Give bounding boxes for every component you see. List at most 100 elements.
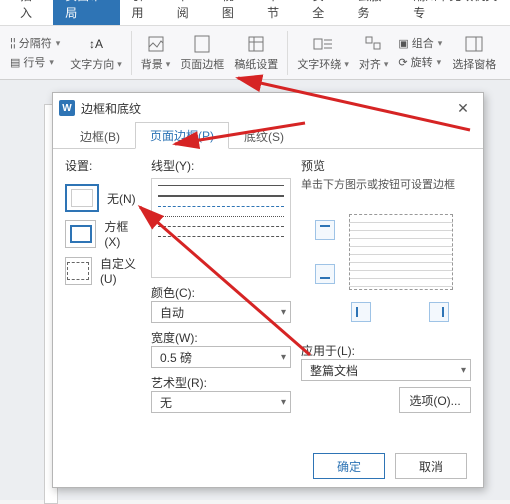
chevron-down-icon: ▾ [281, 397, 286, 408]
width-combo[interactable]: 0.5 磅 ▾ [151, 346, 291, 368]
preview-hint: 单击下方图示或按钮可设置边框 [301, 178, 471, 192]
background-icon [146, 34, 166, 54]
page-border-icon [192, 34, 212, 54]
color-value: 自动 [160, 304, 184, 321]
linenum-icon: ▤ [10, 56, 20, 69]
ribbon-tab[interactable]: 潮州市党政机关专 [401, 0, 510, 25]
art-header: 艺术型(R): [151, 374, 291, 391]
color-combo[interactable]: 自动 ▾ [151, 301, 291, 323]
ribbon-text-direction[interactable]: ↕A 文字方向 [66, 32, 126, 74]
dialog-title: 边框和底纹 [81, 100, 449, 117]
align-icon [364, 34, 384, 54]
borders-and-shading-dialog: W 边框和底纹 ✕ 边框(B)页面边框(P)底纹(S) 设置: 无(N) 方框(X… [52, 92, 484, 488]
ribbon-breaks-label: 分隔符 [19, 35, 52, 51]
ribbon-selection-pane[interactable]: 选择窗格 [448, 32, 500, 74]
border-right-toggle[interactable] [429, 302, 449, 322]
settings-header: 设置: [65, 157, 141, 174]
ribbon-tab[interactable]: 云服务 [345, 0, 401, 25]
preset-icon [65, 220, 96, 248]
preview-area [301, 198, 471, 328]
border-left-toggle[interactable] [351, 302, 371, 322]
ribbon-group-label: 组合 [412, 35, 434, 51]
ribbon: ¦¦分隔符 ▤行号 ↕A 文字方向 背景 页面边框 稿纸设置 文字环绕 对齐 ▣… [0, 26, 510, 80]
ribbon-textwrap-label: 文字环绕 [297, 56, 341, 72]
text-direction-icon: ↕A [86, 34, 106, 54]
ribbon-bg-label: 背景 [141, 56, 163, 72]
width-value: 0.5 磅 [160, 349, 192, 366]
options-button[interactable]: 选项(O)... [399, 387, 471, 413]
preset-label: 自定义(U) [100, 255, 141, 286]
applyto-value: 整篇文档 [310, 362, 358, 379]
rotate-icon: ⟳ [398, 56, 407, 69]
applyto-header: 应用于(L): [301, 342, 471, 359]
ribbon-align[interactable]: 对齐 [355, 32, 393, 74]
ribbon-tab[interactable]: 章节 [255, 0, 300, 25]
ribbon-rotate-label: 旋转 [411, 54, 433, 70]
ribbon-pageborder-label: 页面边框 [180, 56, 224, 72]
chevron-down-icon: ▾ [461, 365, 466, 376]
ribbon-tab[interactable]: 插入 [8, 0, 53, 25]
ribbon-linenum-label: 行号 [23, 54, 45, 70]
page-preview[interactable] [349, 214, 453, 290]
ribbon-tab[interactable]: 安全 [300, 0, 345, 25]
color-header: 颜色(C): [151, 284, 291, 301]
preset-icon [65, 184, 99, 212]
chevron-down-icon: ▾ [281, 352, 286, 363]
dialog-tab[interactable]: 边框(B) [65, 123, 135, 149]
ribbon-group-breaks[interactable]: ¦¦分隔符 ▤行号 [6, 33, 64, 72]
separator [131, 31, 132, 75]
dialog-tabs: 边框(B)页面边框(P)底纹(S) [53, 123, 483, 149]
selection-pane-icon [464, 34, 484, 54]
ribbon-paper-setup[interactable]: 稿纸设置 [230, 32, 282, 74]
preset-custom[interactable]: 自定义(U) [65, 255, 141, 286]
ribbon-textdir-label: 文字方向 [70, 56, 114, 72]
separator [287, 31, 288, 75]
cancel-button[interactable]: 取消 [395, 453, 467, 479]
group-icon: ▣ [398, 37, 408, 50]
preset-none[interactable]: 无(N) [65, 184, 141, 212]
dialog-tab[interactable]: 页面边框(P) [135, 122, 229, 149]
applyto-combo[interactable]: 整篇文档 ▾ [301, 359, 471, 381]
ribbon-papersetup-label: 稿纸设置 [234, 56, 278, 72]
art-combo[interactable]: 无▾ [151, 391, 291, 413]
line-style-option[interactable] [158, 236, 284, 237]
preview-header: 预览 [301, 157, 471, 174]
app-icon: W [59, 100, 75, 116]
preset-icon [65, 257, 92, 285]
preset-label: 方框(X) [104, 218, 141, 249]
ribbon-tab[interactable]: 引用 [120, 0, 165, 25]
art-value: 无 [160, 394, 172, 411]
ribbon-align-label: 对齐 [359, 56, 381, 72]
ok-button[interactable]: 确定 [313, 453, 385, 479]
width-header: 宽度(W): [151, 329, 291, 346]
ribbon-tab[interactable]: 审阅 [165, 0, 210, 25]
border-bottom-toggle[interactable] [315, 264, 335, 284]
dialog-footer: 确定 取消 [53, 445, 483, 487]
border-top-toggle[interactable] [315, 220, 335, 240]
dialog-tab[interactable]: 底纹(S) [229, 123, 299, 149]
preset-box[interactable]: 方框(X) [65, 218, 141, 249]
line-style-option[interactable] [158, 195, 284, 197]
linestyle-header: 线型(Y): [151, 157, 291, 174]
ribbon-selpane-label: 选择窗格 [452, 56, 496, 72]
dialog-body: 设置: 无(N) 方框(X) 自定义(U) 线型(Y): 颜色(C): 自动 ▾ 宽度… [53, 149, 483, 445]
line-style-option[interactable] [158, 185, 284, 186]
ribbon-tab[interactable]: 页面布局 [53, 0, 119, 25]
ribbon-group-arrange[interactable]: ▣ 组合 ⟳ 旋转 [394, 33, 446, 72]
ribbon-tab[interactable]: 视图 [210, 0, 255, 25]
breaks-icon: ¦¦ [10, 37, 16, 49]
paper-setup-icon [246, 34, 266, 54]
ribbon-tabstrip: 插入页面布局引用审阅视图章节安全云服务潮州市党政机关专 [0, 0, 510, 26]
ribbon-page-border[interactable]: 页面边框 [176, 32, 228, 74]
preset-label: 无(N) [107, 190, 136, 207]
line-style-option[interactable] [158, 206, 284, 207]
line-style-option[interactable] [158, 216, 284, 217]
ribbon-text-wrap[interactable]: 文字环绕 [293, 32, 353, 74]
chevron-down-icon: ▾ [281, 307, 286, 318]
close-button[interactable]: ✕ [449, 97, 477, 119]
text-wrap-icon [313, 34, 333, 54]
line-style-option[interactable] [158, 226, 284, 227]
line-style-list[interactable] [151, 178, 291, 278]
ribbon-background[interactable]: 背景 [137, 32, 175, 74]
dialog-titlebar: W 边框和底纹 ✕ [53, 93, 483, 123]
